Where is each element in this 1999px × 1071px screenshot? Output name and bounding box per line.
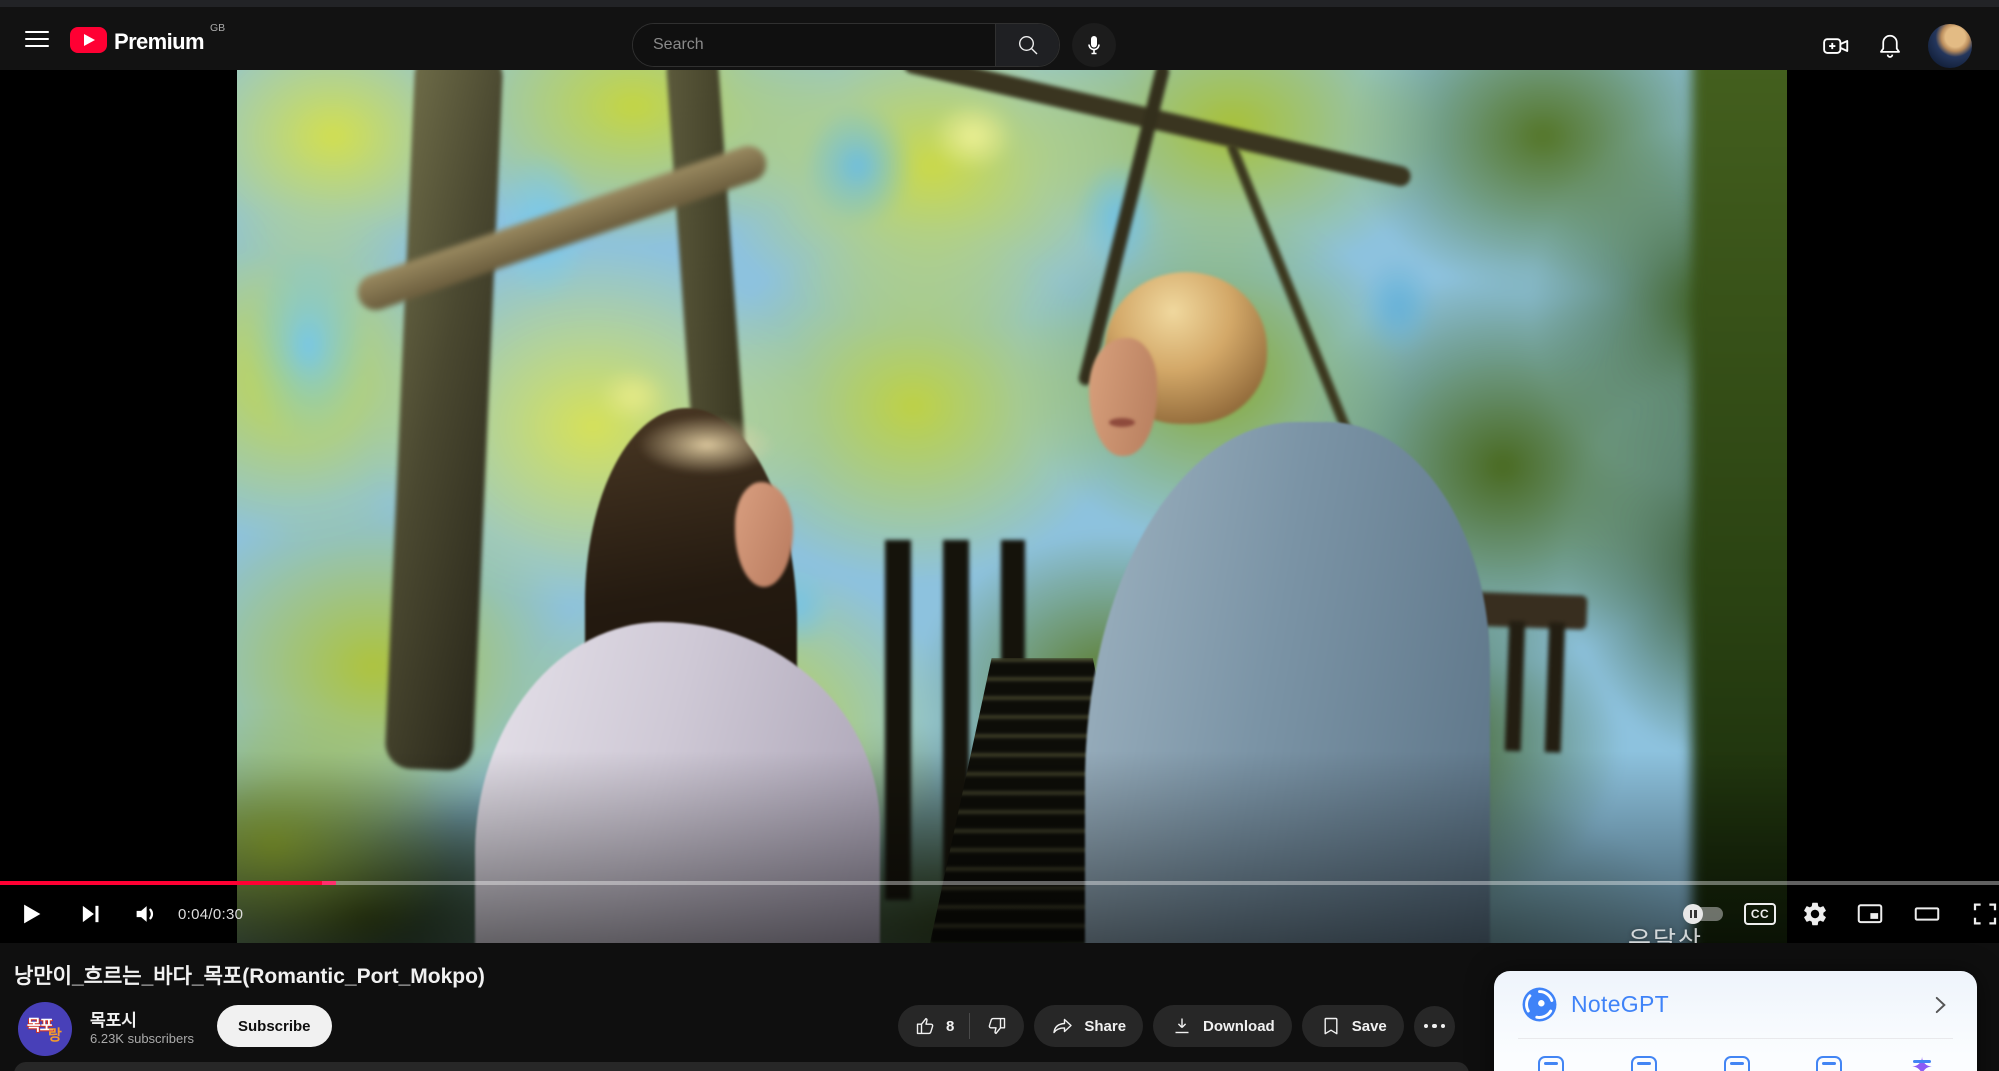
play-icon — [16, 899, 46, 929]
channel-name[interactable]: 목포시 — [90, 1006, 137, 1031]
masthead: Premium GB — [0, 7, 1999, 70]
subtitles-button[interactable]: CC — [1739, 885, 1781, 943]
dislike-button[interactable] — [970, 1005, 1024, 1047]
notegpt-ai-sparkle-icon[interactable]: ✦ — [1909, 1056, 1935, 1071]
search-input[interactable] — [633, 24, 995, 66]
time-display: 0:04 / 0:30 — [178, 885, 243, 943]
microphone-icon — [1082, 33, 1106, 57]
video-player[interactable]: 유달산 0:04 / 0:30 CC — [0, 70, 1999, 943]
channel-avatar-accent: 랑 — [48, 1024, 62, 1045]
play-button[interactable] — [10, 885, 52, 943]
masthead-right — [1814, 14, 1999, 77]
like-dislike-pill: 8 — [898, 1005, 1024, 1047]
save-label: Save — [1352, 1018, 1387, 1035]
account-avatar[interactable] — [1928, 24, 1972, 68]
autoplay-toggle-track — [1685, 907, 1723, 921]
description-box[interactable] — [14, 1062, 1469, 1071]
notegpt-panel: NoteGPT ✦ — [1494, 971, 1977, 1071]
notegpt-copy-icon[interactable] — [1816, 1056, 1842, 1071]
cc-icon: CC — [1744, 903, 1776, 925]
youtube-play-icon — [70, 27, 107, 53]
logo-brand-text: Premium — [114, 29, 204, 55]
subscribe-button[interactable]: Subscribe — [217, 1005, 332, 1047]
channel-avatar[interactable]: 목포 랑 — [18, 1002, 72, 1056]
search-icon — [1016, 33, 1040, 57]
theater-mode-button[interactable] — [1905, 885, 1949, 943]
notegpt-toolbar: ✦ — [1494, 1039, 1977, 1071]
share-label: Share — [1084, 1018, 1126, 1035]
miniplayer-icon — [1855, 899, 1885, 929]
next-button[interactable] — [70, 885, 112, 943]
bookmark-icon — [1319, 1014, 1343, 1038]
notegpt-notes-icon[interactable] — [1724, 1056, 1750, 1071]
autoplay-pause-icon — [1683, 904, 1703, 924]
fullscreen-icon — [1970, 899, 1999, 929]
notegpt-transcript-icon[interactable] — [1631, 1056, 1657, 1071]
chevron-right-icon[interactable] — [1927, 992, 1953, 1018]
volume-button[interactable] — [125, 885, 167, 943]
gear-icon — [1801, 900, 1829, 928]
action-buttons-row: 8 Share Download — [898, 1005, 1455, 1047]
theater-icon — [1912, 899, 1942, 929]
download-icon — [1170, 1014, 1194, 1038]
bell-icon — [1876, 32, 1904, 60]
fullscreen-button[interactable] — [1963, 885, 1999, 943]
notegpt-logo-icon — [1521, 986, 1558, 1023]
download-button[interactable]: Download — [1153, 1005, 1292, 1047]
more-actions-button[interactable] — [1414, 1006, 1455, 1047]
like-count: 8 — [946, 1018, 954, 1035]
window-top-strip — [0, 0, 1999, 7]
next-icon — [77, 900, 105, 928]
create-button[interactable] — [1814, 24, 1858, 68]
youtube-app: Premium GB — [0, 0, 1999, 1071]
miniplayer-button[interactable] — [1848, 885, 1892, 943]
share-icon — [1051, 1014, 1075, 1038]
like-button[interactable]: 8 — [898, 1005, 969, 1047]
search-button[interactable] — [995, 24, 1059, 66]
create-video-icon — [1821, 31, 1851, 61]
voice-search-button[interactable] — [1072, 23, 1116, 67]
channel-subscribers: 6.23K subscribers — [90, 1031, 194, 1046]
autoplay-toggle[interactable] — [1681, 885, 1727, 943]
save-button[interactable]: Save — [1302, 1005, 1404, 1047]
youtube-premium-logo[interactable]: Premium GB — [70, 21, 225, 55]
video-title: 낭만이_흐르는_바다_목포(Romantic_Port_Mokpo) — [14, 960, 485, 990]
player-bottom-gradient — [0, 70, 1999, 943]
current-time: 0:04 — [178, 906, 208, 923]
more-dots-icon — [1424, 1024, 1429, 1029]
logo-region-code: GB — [210, 22, 225, 34]
notegpt-summary-icon[interactable] — [1538, 1056, 1564, 1071]
notegpt-brand: NoteGPT — [1571, 991, 1669, 1018]
volume-icon — [131, 899, 161, 929]
thumbs-down-icon — [985, 1014, 1009, 1038]
thumbs-up-icon — [913, 1014, 937, 1038]
search-bar — [632, 23, 1060, 67]
guide-menu-button[interactable] — [16, 24, 58, 54]
notegpt-header: NoteGPT — [1494, 971, 1977, 1023]
download-label: Download — [1203, 1018, 1275, 1035]
settings-button[interactable] — [1794, 885, 1836, 943]
notifications-button[interactable] — [1868, 24, 1912, 68]
share-button[interactable]: Share — [1034, 1005, 1143, 1047]
duration: 0:30 — [213, 906, 243, 923]
